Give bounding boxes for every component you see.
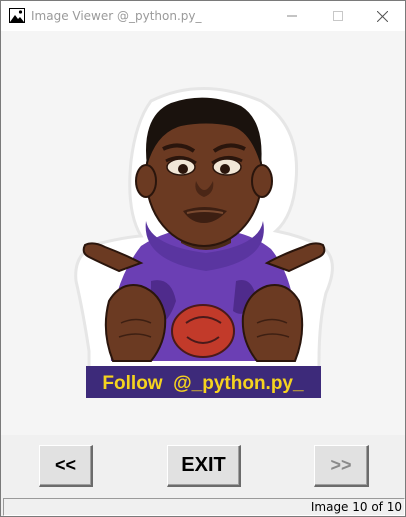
hoodie-emblem: [171, 304, 235, 358]
window-title: Image Viewer @_python.py_: [31, 9, 202, 23]
app-window: Image Viewer @_python.py_ Follow @_pytho…: [0, 0, 406, 517]
close-button[interactable]: [359, 1, 405, 31]
right-hand: [241, 284, 304, 362]
image-display-area: Follow @_python.py_: [1, 31, 405, 435]
close-icon: [376, 10, 388, 22]
caption-text: Follow @_python.py_: [102, 373, 304, 394]
left-hand: [104, 284, 167, 362]
title-bar[interactable]: Image Viewer @_python.py_: [1, 1, 405, 31]
maximize-icon: [333, 11, 343, 21]
previous-button[interactable]: <<: [39, 445, 93, 487]
next-button[interactable]: >>: [314, 445, 369, 487]
maximize-button[interactable]: [315, 1, 361, 31]
displayed-image: Follow @_python.py_: [74, 87, 334, 398]
exit-button[interactable]: EXIT: [167, 445, 241, 487]
minimize-icon: [287, 15, 297, 17]
status-bar: Image 10 of 10: [3, 498, 405, 516]
image-counter: Image 10 of 10: [310, 500, 402, 514]
minimize-button[interactable]: [269, 1, 315, 31]
image-app-icon: [9, 8, 25, 23]
